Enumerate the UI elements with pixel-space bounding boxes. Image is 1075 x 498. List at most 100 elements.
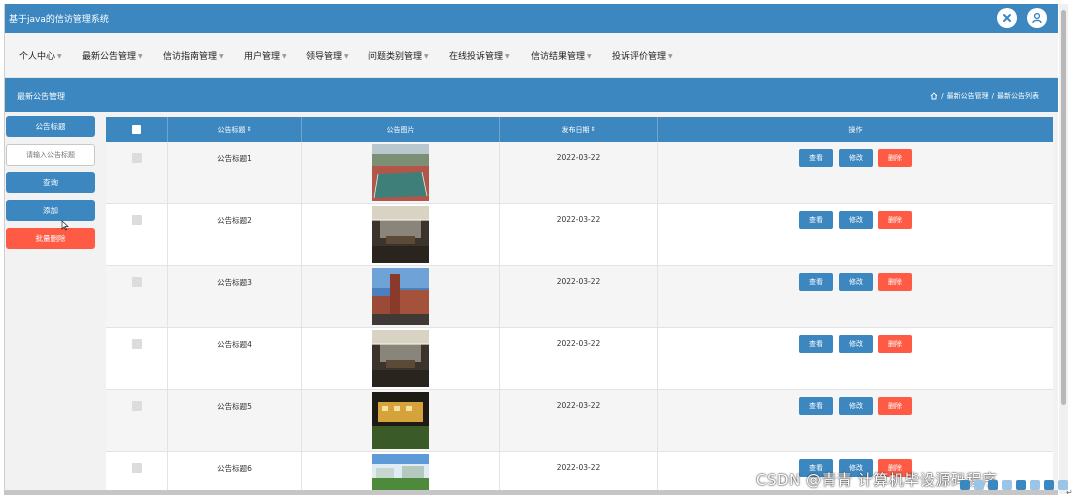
announcement-image [372, 330, 429, 387]
sort-icon: ⇕ [590, 126, 596, 133]
row-checkbox[interactable] [132, 153, 142, 163]
add-button[interactable]: 添加 [6, 200, 95, 221]
delete-button[interactable]: 删除 [878, 397, 912, 415]
chevron-down-icon: ▼ [424, 53, 429, 60]
sort-icon: ⇕ [246, 126, 252, 133]
home-icon[interactable] [930, 92, 938, 100]
tray-app-icon[interactable] [988, 480, 998, 490]
system-tray [960, 480, 1068, 490]
row-checkbox[interactable] [132, 401, 142, 411]
row-checkbox[interactable] [132, 277, 142, 287]
view-button[interactable]: 查看 [799, 273, 833, 291]
top-bar: 基于java的信访管理系统 [5, 4, 1058, 33]
tray-app-icon[interactable] [1044, 480, 1054, 490]
breadcrumb: / 最新公告管理 / 最新公告列表 [930, 91, 1039, 101]
row-date: 2022-03-22 [556, 153, 601, 162]
select-all-checkbox[interactable] [132, 125, 141, 134]
row-date: 2022-03-22 [556, 463, 601, 472]
row-checkbox[interactable] [132, 463, 142, 473]
menu-leader-mgmt[interactable]: 领导管理 ▼ [306, 49, 349, 62]
column-header-actions: 操作 [848, 125, 863, 134]
row-title: 公告标题2 [217, 216, 252, 225]
table-row: 公告标题4 2022-03-22 查看 修改 删除 [106, 328, 1053, 390]
row-date: 2022-03-22 [556, 277, 601, 286]
edit-button[interactable]: 修改 [839, 397, 873, 415]
view-button[interactable]: 查看 [799, 149, 833, 167]
menu-category-mgmt[interactable]: 问题类别管理 ▼ [368, 49, 429, 62]
tray-app-icon[interactable] [960, 480, 970, 490]
app-title: 基于java的信访管理系统 [9, 15, 109, 25]
breadcrumb-item[interactable]: 最新公告管理 [947, 91, 989, 101]
page-header: 最新公告管理 / 最新公告管理 / 最新公告列表 [5, 78, 1058, 112]
main-menu: 个人中心 ▼ 最新公告管理 ▼ 信访指南管理 ▼ 用户管理 ▼ 领导管理 ▼ 问题类别管理… [5, 33, 1058, 78]
column-header-date[interactable]: 发布日期 ⇕ [500, 117, 658, 142]
edit-button[interactable]: 修改 [839, 273, 873, 291]
menu-guide-mgmt[interactable]: 信访指南管理 ▼ [163, 49, 224, 62]
menu-announcement-mgmt[interactable]: 最新公告管理 ▼ [82, 49, 143, 62]
table-row: 公告标题5 2022-03-22 查看 修改 删除 [106, 390, 1053, 452]
tray-app-icon[interactable] [1016, 480, 1026, 490]
row-checkbox[interactable] [132, 215, 142, 225]
user-avatar-icon[interactable] [1027, 8, 1047, 28]
view-button[interactable]: 查看 [799, 211, 833, 229]
menu-complaint-mgmt[interactable]: 在线投诉管理 ▼ [449, 49, 510, 62]
table-row: 公告标题2 2022-03-22 查看 修改 删除 [106, 204, 1053, 266]
table-row: 公告标题3 2022-03-22 查看 修改 删除 [106, 266, 1053, 328]
chevron-down-icon: ▼ [344, 53, 349, 60]
mouse-cursor-icon [61, 220, 69, 231]
horizontal-scrollbar[interactable] [4, 490, 1058, 495]
vertical-scrollbar[interactable] [1059, 4, 1068, 494]
announcement-image [372, 268, 429, 325]
search-button[interactable]: 查询 [6, 172, 95, 193]
tray-app-icon[interactable] [1030, 480, 1040, 490]
edit-button[interactable]: 修改 [839, 211, 873, 229]
view-button[interactable]: 查看 [799, 335, 833, 353]
column-header-image: 公告图片 [302, 117, 500, 142]
chevron-down-icon: ▼ [138, 53, 143, 60]
chevron-down-icon: ▼ [668, 53, 673, 60]
menu-personal-center[interactable]: 个人中心 ▼ [19, 49, 62, 62]
title-search-input[interactable] [6, 144, 95, 166]
menu-user-mgmt[interactable]: 用户管理 ▼ [244, 49, 287, 62]
menu-evaluation-mgmt[interactable]: 投诉评价管理 ▼ [612, 49, 673, 62]
announcement-table: 公告标题 ⇕ 公告图片 发布日期 ⇕ 操作 公告标题1 2022-03-22 查… [106, 117, 1053, 494]
column-header-title[interactable]: 公告标题 ⇕ [168, 117, 302, 142]
view-button[interactable]: 查看 [799, 397, 833, 415]
announcement-image [372, 144, 429, 201]
row-title: 公告标题3 [217, 278, 252, 287]
title-field-label: 公告标题 [6, 116, 95, 137]
chevron-down-icon: ▼ [587, 53, 592, 60]
row-date: 2022-03-22 [556, 339, 601, 348]
row-date: 2022-03-22 [556, 401, 601, 410]
delete-button[interactable]: 删除 [878, 273, 912, 291]
chevron-down-icon: ▼ [282, 53, 287, 60]
delete-button[interactable]: 删除 [878, 211, 912, 229]
return-mark-icon: ↵ [1066, 488, 1073, 497]
row-title: 公告标题4 [217, 340, 252, 349]
row-title: 公告标题5 [217, 402, 252, 411]
breadcrumb-item: 最新公告列表 [997, 92, 1039, 100]
select-all-checkbox-cell [106, 117, 168, 142]
chevron-down-icon: ▼ [505, 53, 510, 60]
table-row: 公告标题1 2022-03-22 查看 修改 删除 [106, 142, 1053, 204]
menu-result-mgmt[interactable]: 信访结果管理 ▼ [531, 49, 592, 62]
row-title: 公告标题6 [217, 464, 252, 473]
app-window: 基于java的信访管理系统 个人中心 ▼ 最新公告管理 ▼ 信访指南管理 ▼ 用户管理… [4, 4, 1058, 494]
row-checkbox[interactable] [132, 339, 142, 349]
chevron-down-icon: ▼ [219, 53, 224, 60]
scrollbar-thumb[interactable] [1061, 10, 1066, 405]
announcement-image [372, 392, 429, 449]
batch-delete-button[interactable]: 批量删除 [6, 228, 95, 249]
table-header: 公告标题 ⇕ 公告图片 发布日期 ⇕ 操作 [106, 117, 1053, 142]
edit-button[interactable]: 修改 [839, 149, 873, 167]
tray-app-icon[interactable] [1002, 480, 1012, 490]
edit-button[interactable]: 修改 [839, 335, 873, 353]
delete-button[interactable]: 删除 [878, 149, 912, 167]
row-date: 2022-03-22 [556, 215, 601, 224]
row-title: 公告标题1 [217, 154, 252, 163]
page-title: 最新公告管理 [17, 92, 65, 101]
tray-app-icon[interactable] [974, 480, 984, 490]
announcement-image [372, 206, 429, 263]
delete-button[interactable]: 删除 [878, 335, 912, 353]
close-circle-icon[interactable] [997, 8, 1017, 28]
